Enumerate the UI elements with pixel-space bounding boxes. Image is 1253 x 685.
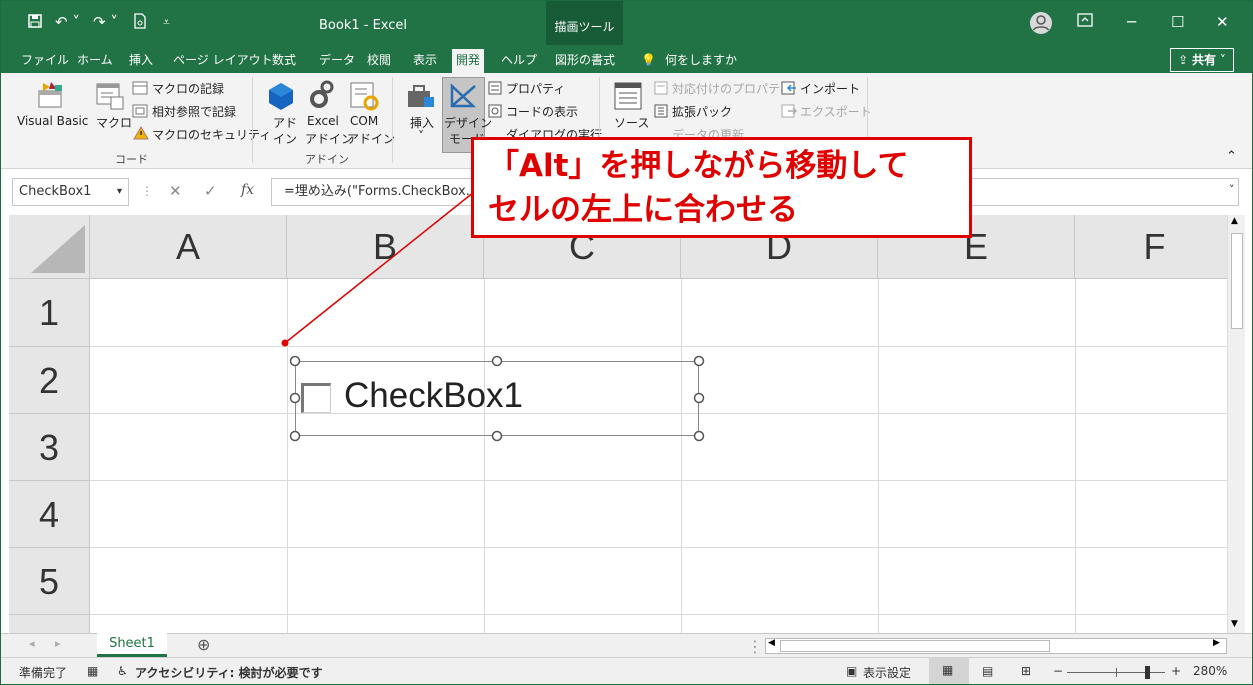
annotation-pointer [281, 191, 475, 347]
normal-view-icon: ▦ [942, 663, 954, 677]
prev-sheet-icon[interactable]: ◂ [29, 637, 35, 650]
display-settings-icon: ▣ [846, 664, 858, 678]
page-break-preview-icon[interactable]: ⊞ [1021, 664, 1031, 678]
next-sheet-icon[interactable]: ▸ [55, 637, 61, 650]
zoom-in-icon[interactable]: + [1171, 664, 1181, 678]
normal-view-button[interactable]: ▦ [929, 658, 969, 684]
sheet-tab-sheet1[interactable]: Sheet1 [97, 633, 167, 657]
horizontal-scroll-thumb[interactable] [780, 640, 1050, 652]
display-settings-button[interactable]: 表示設定 [863, 664, 911, 681]
scroll-right-icon[interactable]: ▶ [1213, 638, 1220, 648]
ready-status: 準備完了 [19, 666, 68, 680]
zoom-slider-thumb[interactable] [1145, 666, 1150, 679]
excel-window: ↶ ˅ ↷ ˅ ⩡ Book1 - Excel 描画ツール ─ ☐ ✕ ファイル… [0, 0, 1253, 685]
macro-recording-icon[interactable]: ▦ [87, 664, 98, 678]
instruction-callout: 「Alt」を押しながら移動して セルの左上に合わせる [471, 137, 972, 238]
status-bar: 準備完了 ▦ ♿ アクセシビリティ: 検討が必要です ▣ 表示設定 ▦ ▤ ⊞ … [1, 657, 1252, 684]
callout-line-2: セルの左上に合わせる [488, 192, 798, 228]
accessibility-status[interactable]: アクセシビリティ: 検討が必要です [135, 664, 323, 681]
split-handle-icon[interactable]: ⋮ [747, 637, 763, 656]
page-layout-view-icon[interactable]: ▤ [982, 664, 993, 678]
zoom-level[interactable]: 280% [1193, 664, 1227, 678]
horizontal-scrollbar[interactable]: ◀ ▶ [765, 638, 1227, 654]
add-sheet-icon[interactable]: ⊕ [197, 635, 210, 654]
zoom-slider-center-mark [1116, 668, 1117, 677]
scroll-left-icon[interactable]: ◀ [768, 638, 775, 648]
sheet-tab-bar: ◂ ▸ Sheet1 ⊕ ⋮ ◀ ▶ [1, 633, 1252, 657]
callout-line-1: 「Alt」を押しながら移動して [488, 148, 909, 184]
zoom-out-icon[interactable]: − [1053, 664, 1063, 678]
accessibility-icon: ♿ [117, 664, 128, 678]
